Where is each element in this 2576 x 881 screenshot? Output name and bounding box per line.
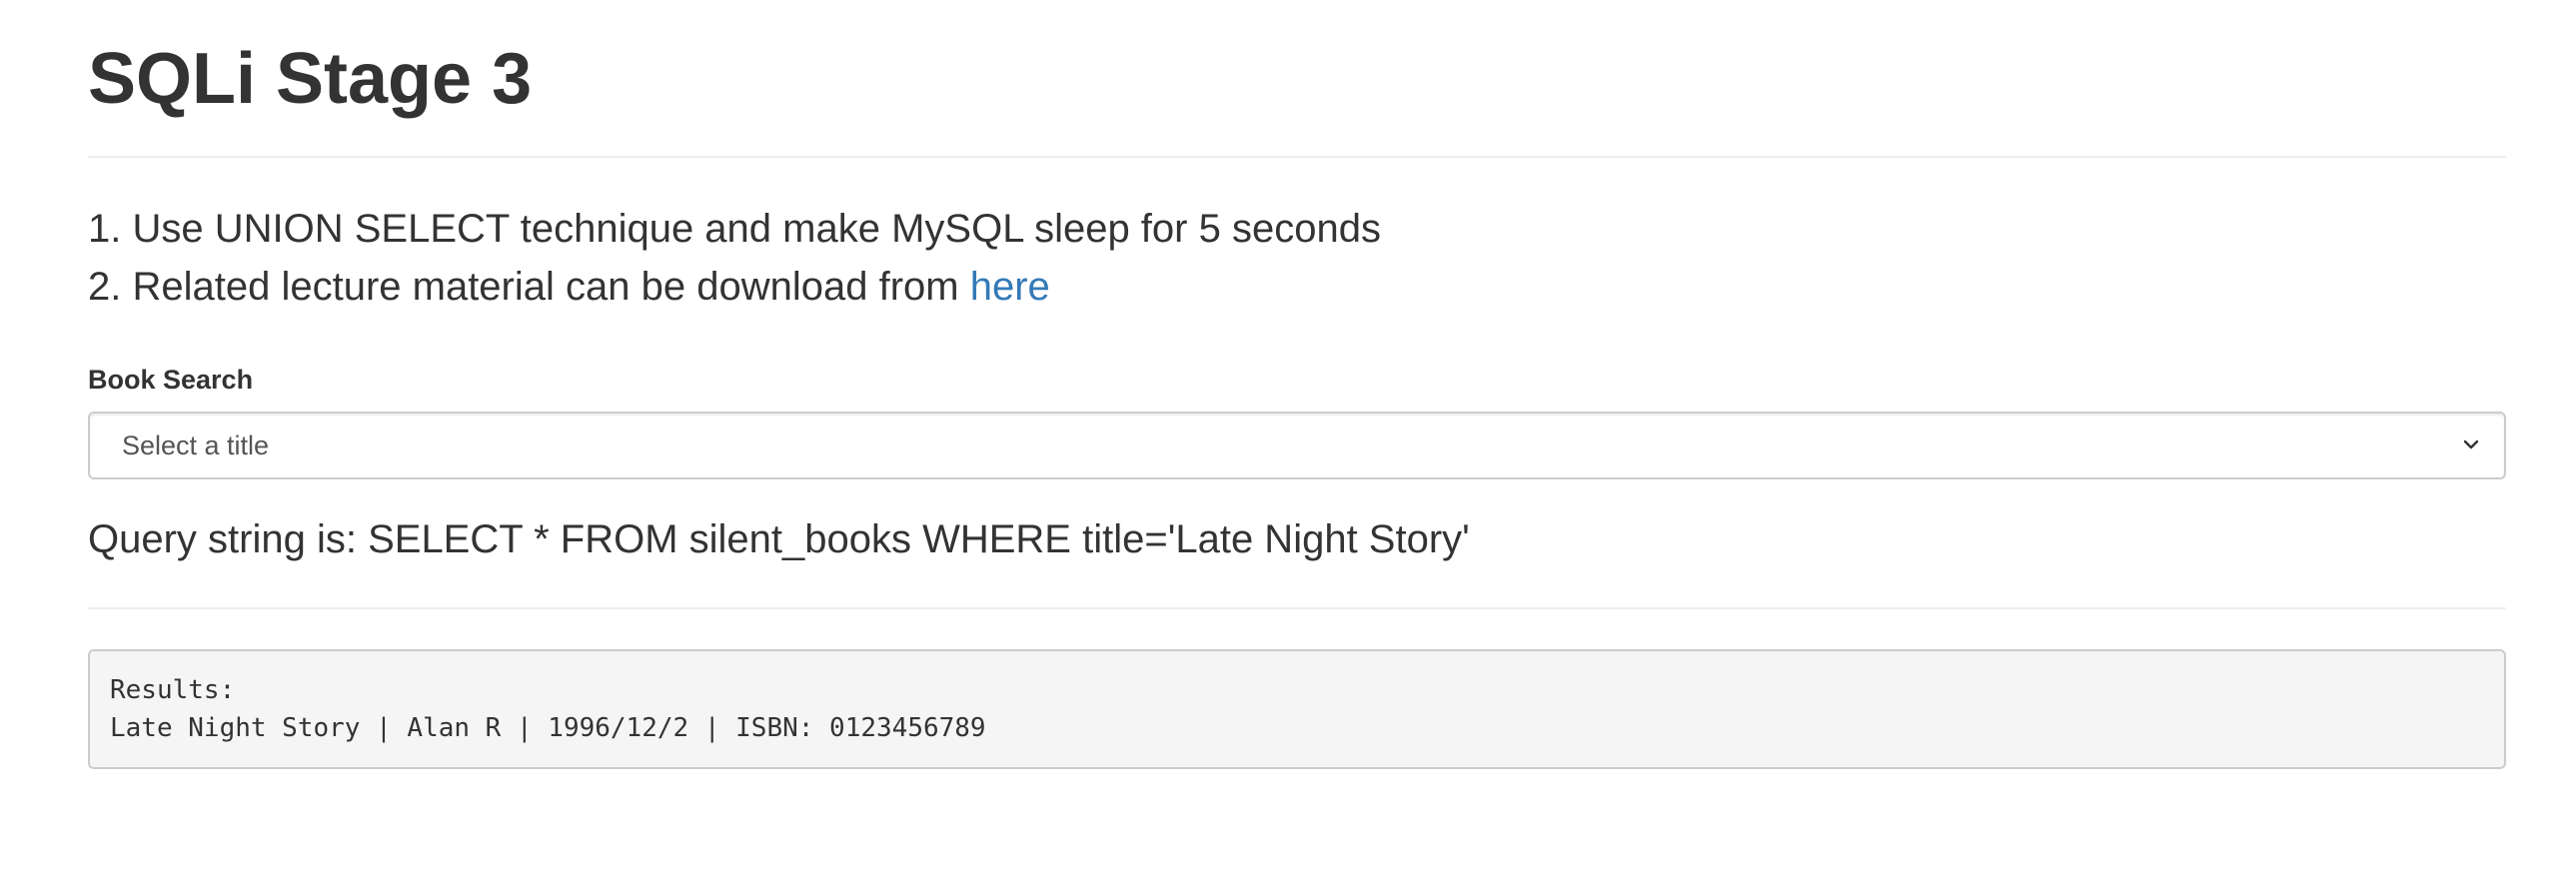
book-title-select-value: Select a title [122, 431, 270, 460]
page-container: SQLi Stage 3 1. Use UNION SELECT techniq… [88, 0, 2506, 769]
results-heading: Results: [110, 675, 236, 705]
book-search-label: Book Search [88, 365, 254, 395]
instruction-item-1: 1. Use UNION SELECT technique and make M… [88, 207, 1381, 251]
instructions-list: 1. Use UNION SELECT technique and make M… [88, 200, 2506, 316]
instruction-item-2-text: 2. Related lecture material can be downl… [88, 265, 970, 309]
results-box: Results: Late Night Story | Alan R | 199… [88, 649, 2506, 769]
lecture-material-link[interactable]: here [970, 265, 1050, 309]
instruction-item-2: 2. Related lecture material can be downl… [88, 258, 2506, 316]
page-title: SQLi Stage 3 [88, 39, 533, 119]
title-divider [88, 156, 2506, 158]
results-row: Late Night Story | Alan R | 1996/12/2 | … [110, 713, 986, 743]
book-title-select[interactable]: Select a title [88, 412, 2506, 479]
chevron-down-icon [2463, 440, 2479, 449]
query-string: Query string is: SELECT * FROM silent_bo… [88, 517, 1470, 561]
query-divider [88, 607, 2506, 609]
